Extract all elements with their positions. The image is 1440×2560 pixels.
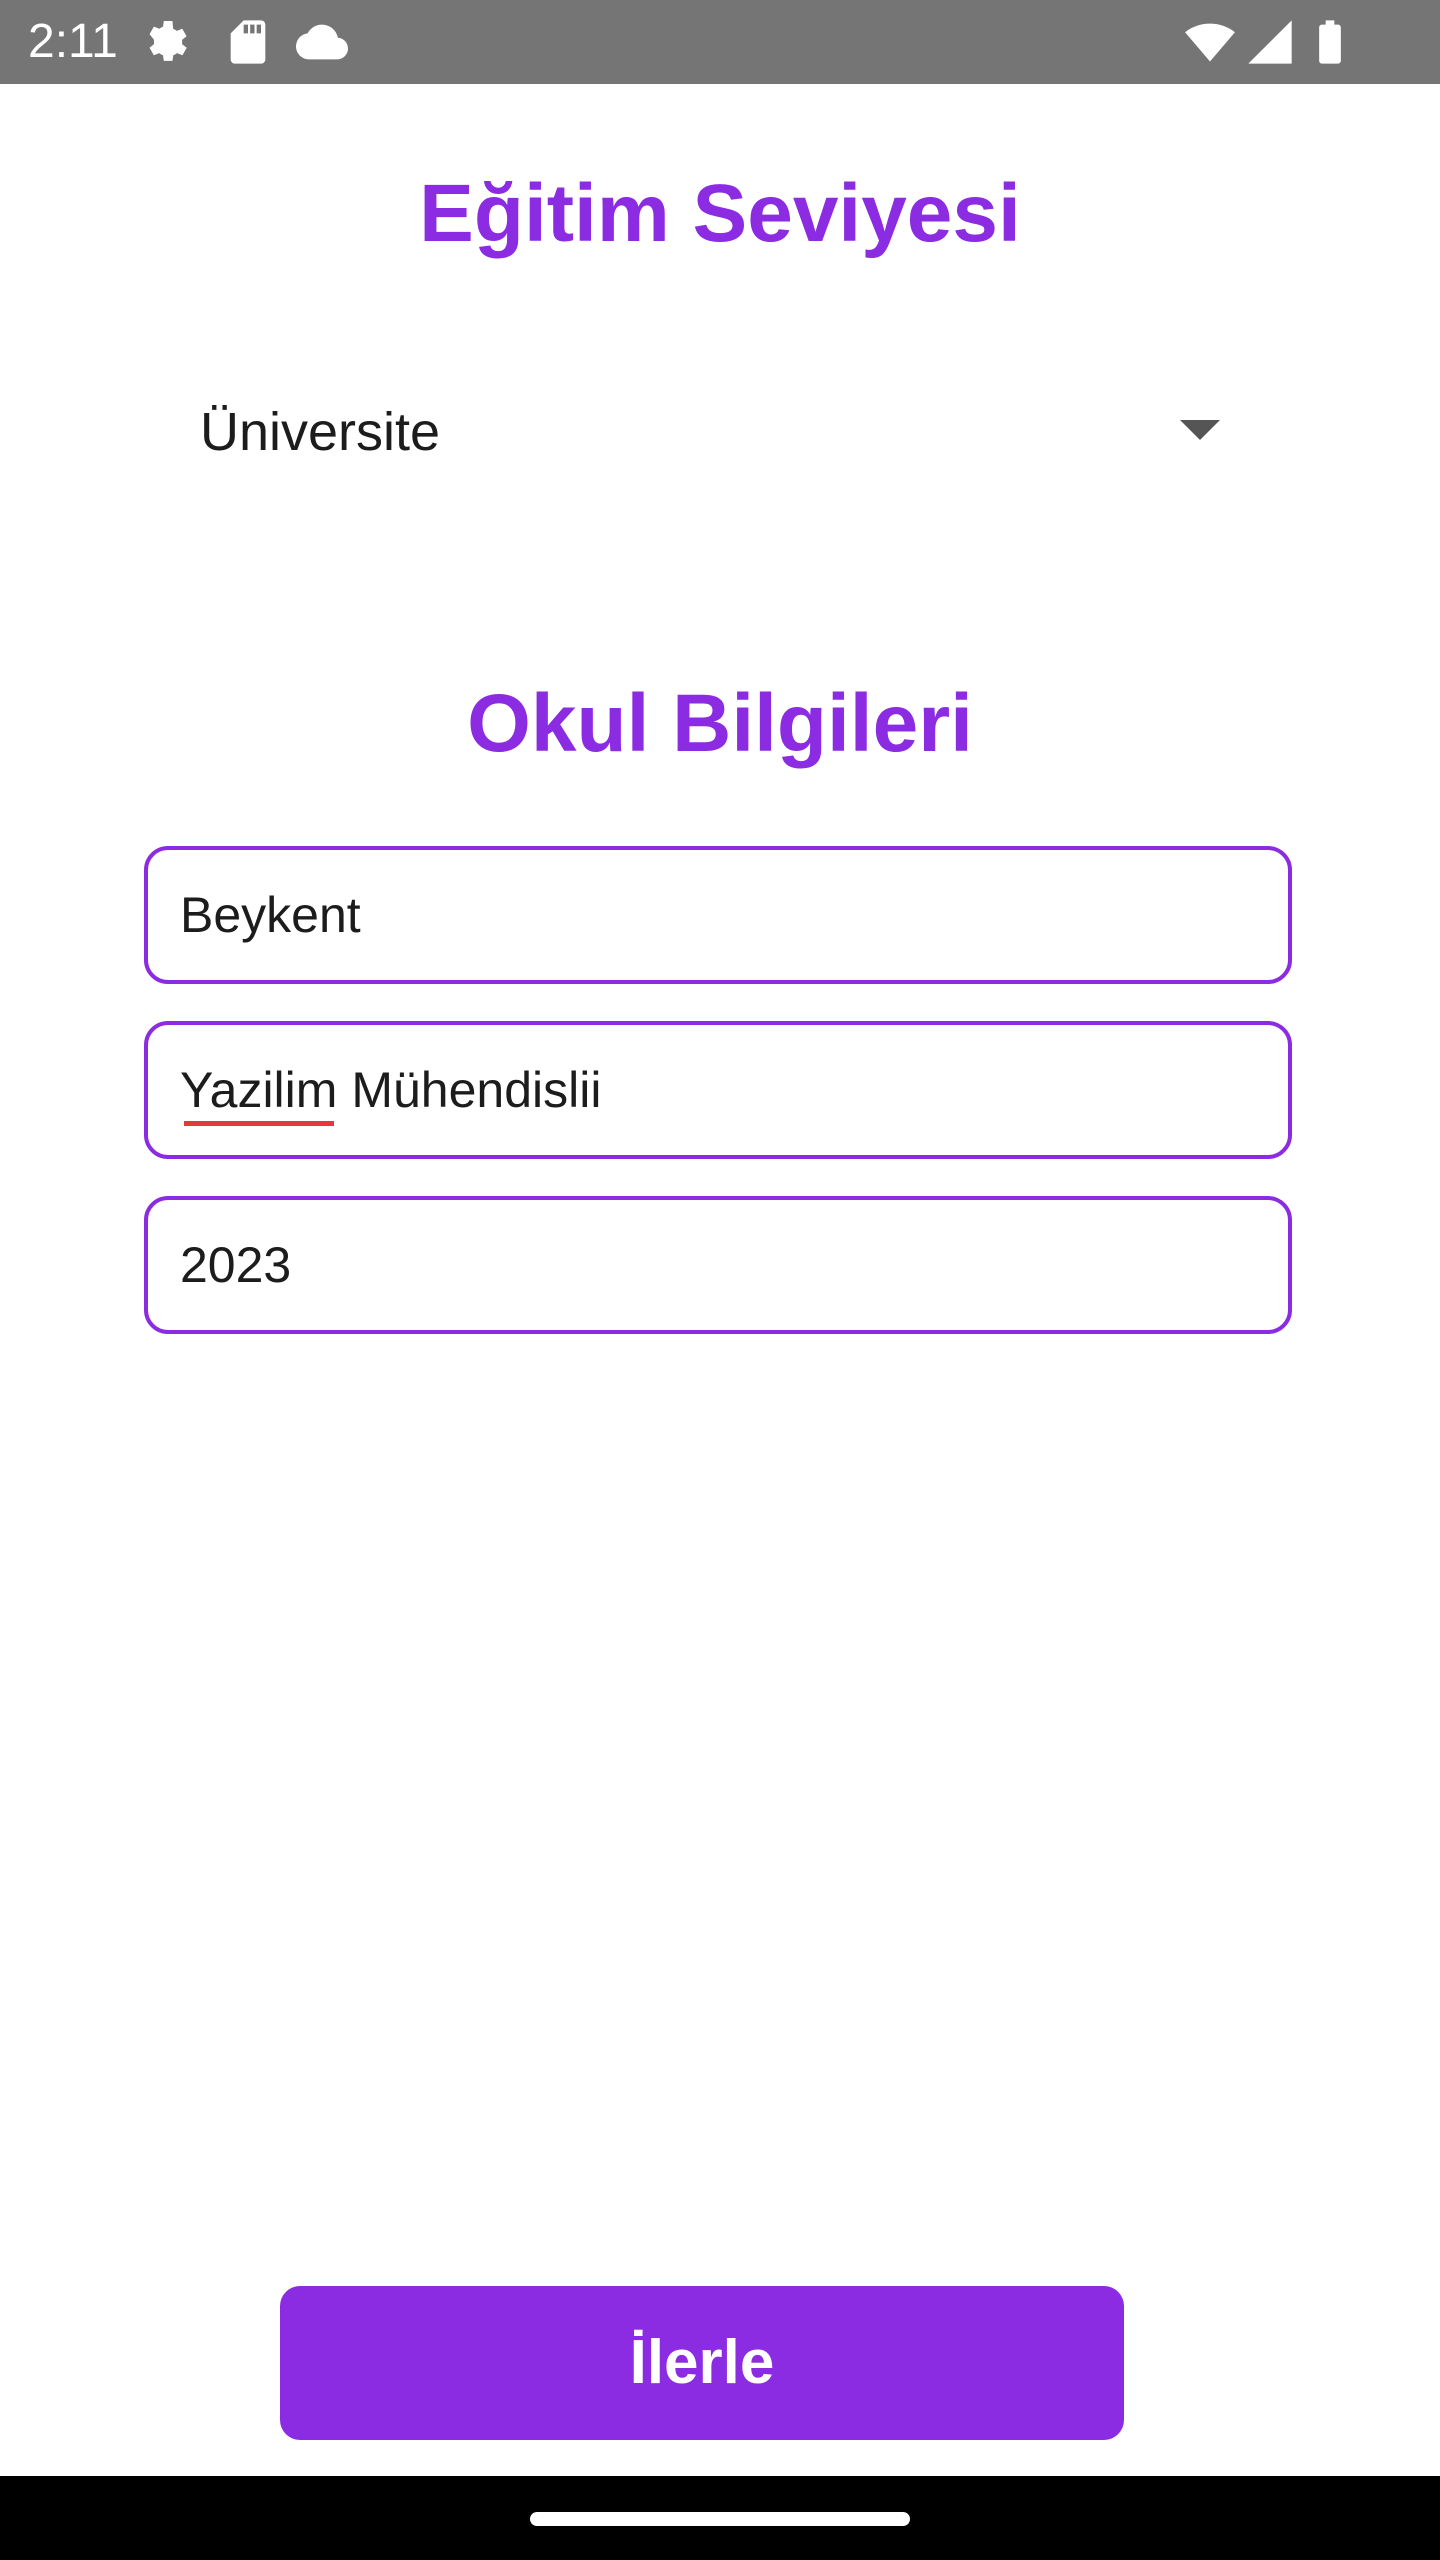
next-button[interactable]: İlerle <box>280 2286 1124 2440</box>
signal-icon <box>1248 20 1292 64</box>
school-info-title: Okul Bilgileri <box>467 678 973 769</box>
department-field[interactable] <box>144 1021 1292 1159</box>
settings-icon <box>149 20 187 61</box>
wifi-icon <box>1185 23 1235 62</box>
navigation-bar <box>0 2476 1440 2560</box>
education-title: Eğitim Seviyesi <box>419 168 1021 259</box>
cloud-icon <box>296 24 348 60</box>
spellcheck-underline <box>184 1121 334 1126</box>
department-input[interactable] <box>180 1025 1260 1155</box>
home-indicator[interactable] <box>530 2512 910 2526</box>
school-name-field[interactable] <box>144 846 1292 984</box>
status-time: 2:11 <box>28 15 118 68</box>
school-name-input[interactable] <box>180 850 1260 980</box>
sd-card-icon <box>230 20 266 64</box>
dropdown-selected-value: Üniversite <box>200 402 441 462</box>
status-bar: 2:11 <box>0 0 1440 84</box>
dropdown-arrow-icon <box>1180 420 1220 440</box>
graduation-year-field[interactable] <box>144 1196 1292 1334</box>
battery-icon <box>1319 20 1341 64</box>
education-level-dropdown[interactable]: Üniversite <box>176 380 1258 484</box>
graduation-year-input[interactable] <box>180 1200 1260 1330</box>
